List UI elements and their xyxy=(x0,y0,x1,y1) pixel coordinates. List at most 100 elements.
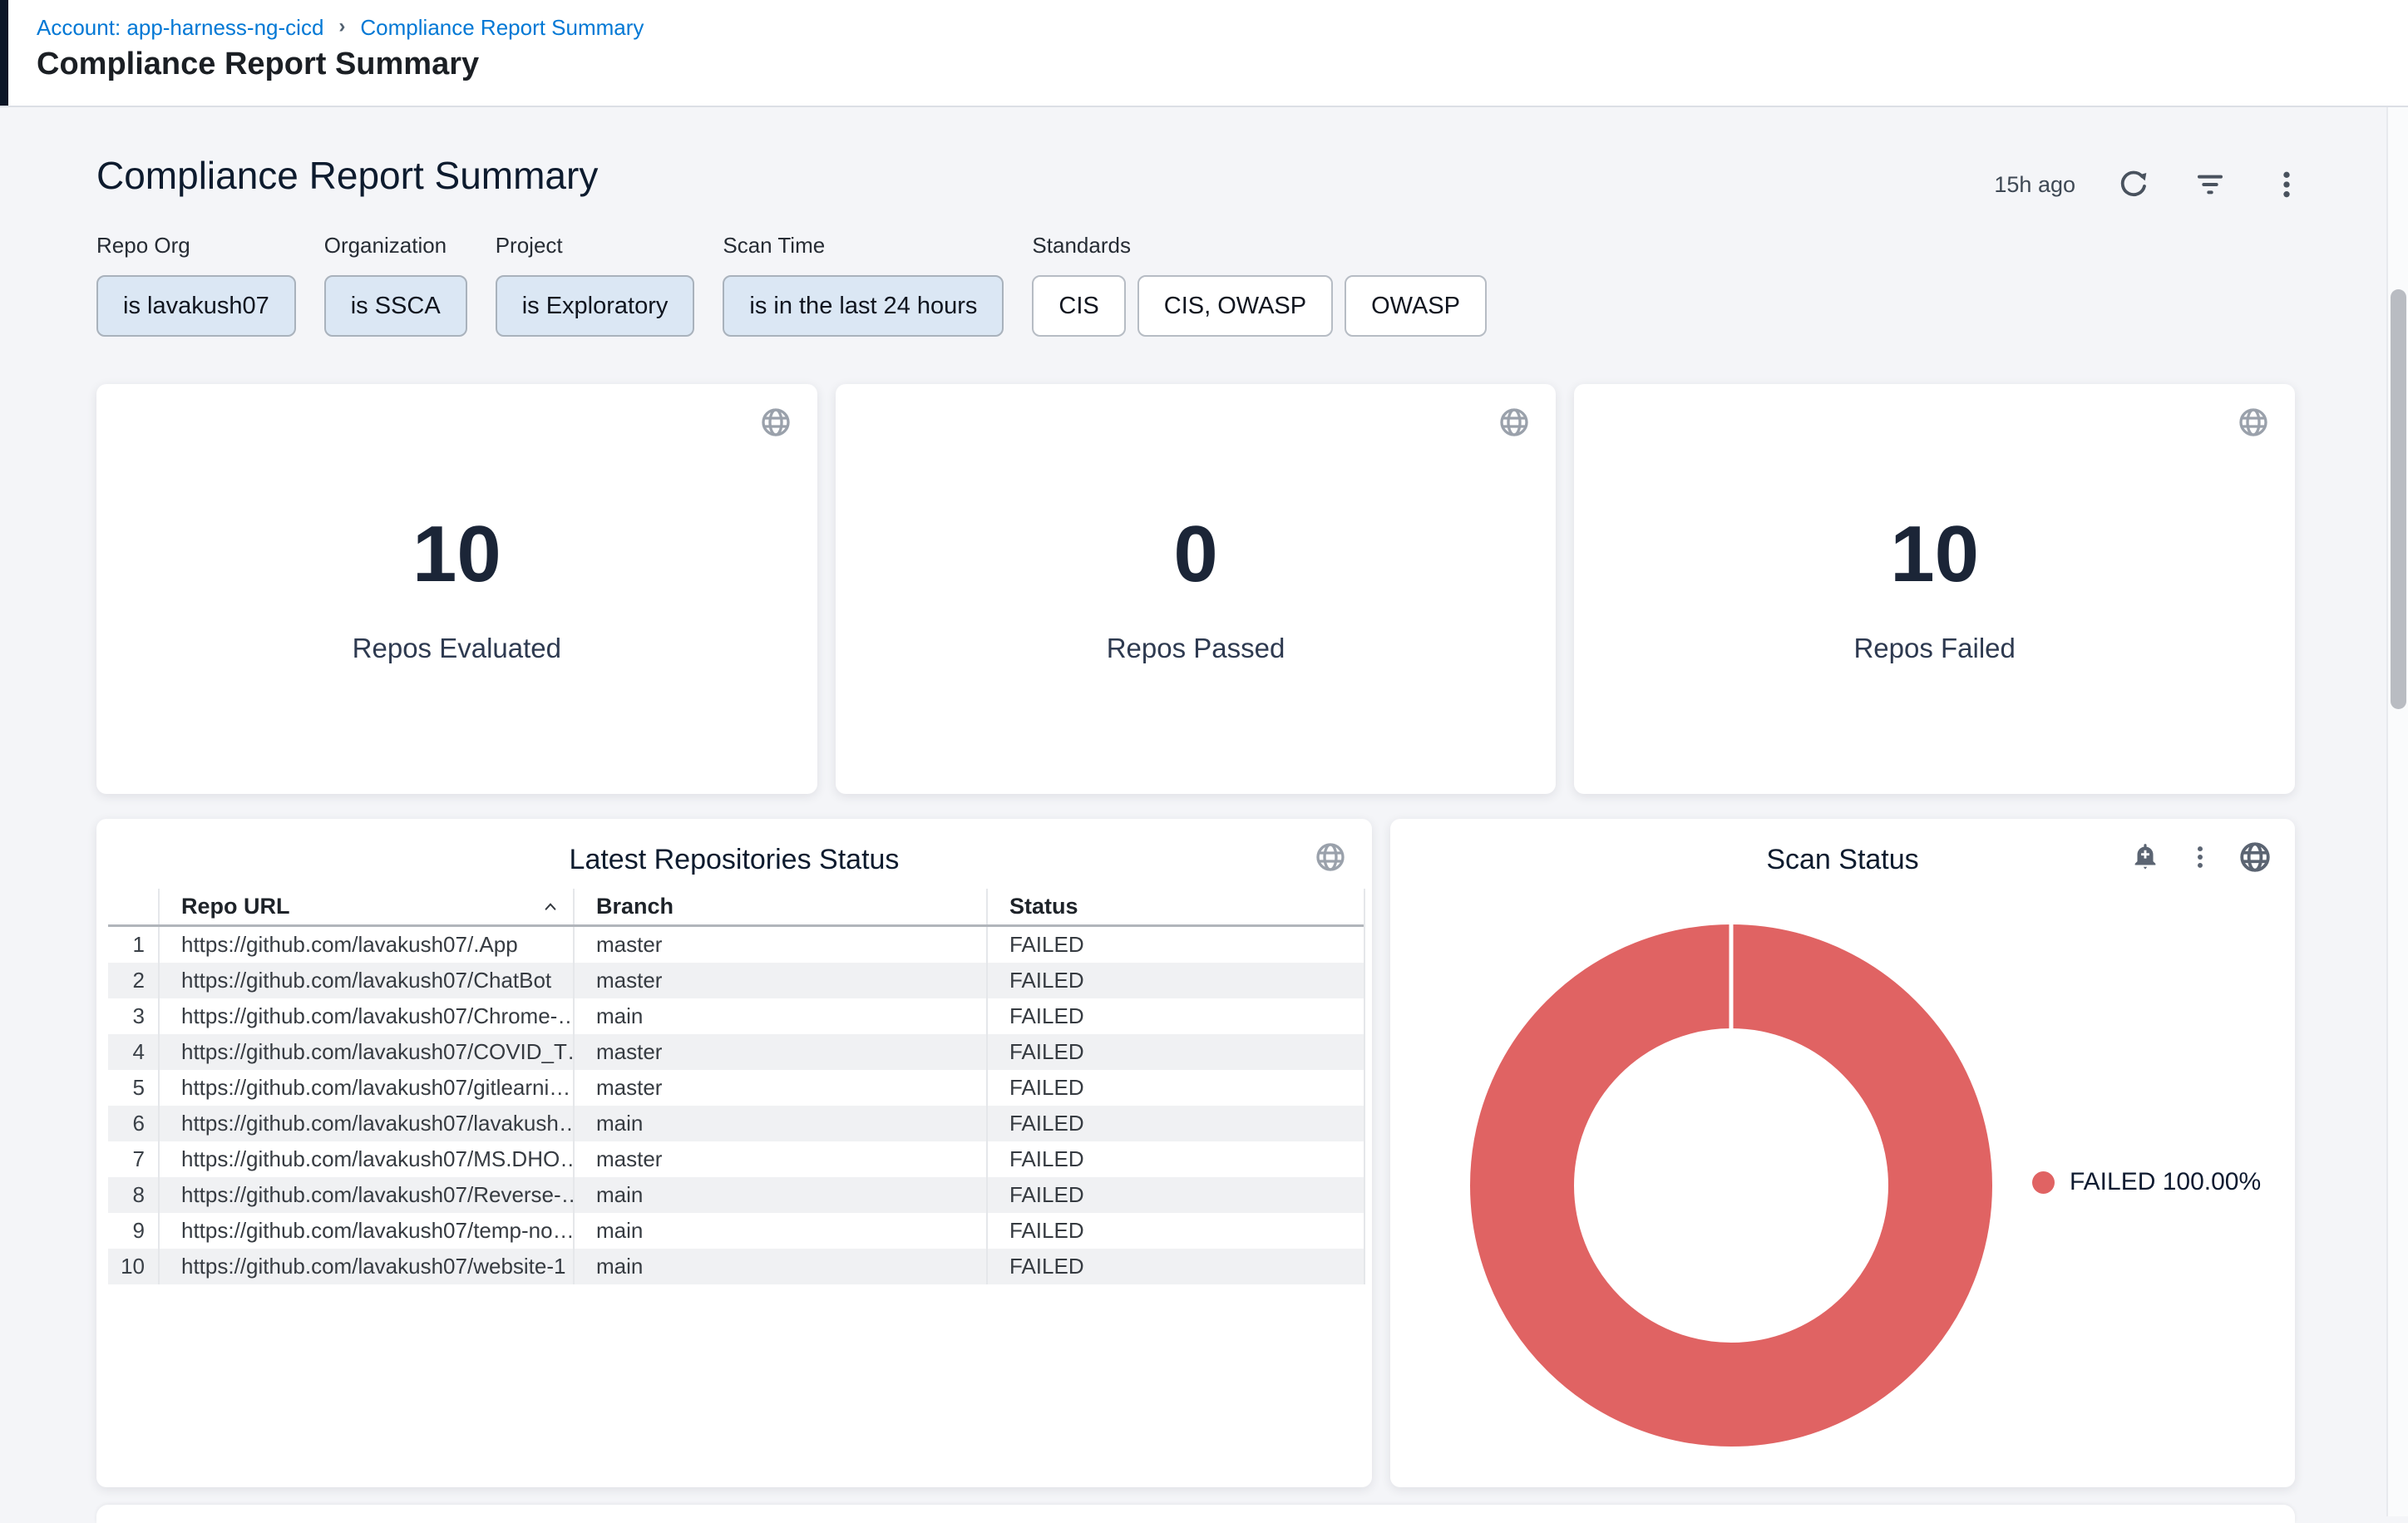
cell-num: 7 xyxy=(108,1141,158,1177)
last-refreshed-label: 15h ago xyxy=(1994,172,2075,198)
cell-status: FAILED xyxy=(986,1249,1364,1284)
cell-url: https://github.com/lavakush07/lavakush… xyxy=(158,1106,573,1141)
globe-icon[interactable] xyxy=(2237,839,2273,875)
stats-row: 10 Repos Evaluated 0 Repos Passed 10 Rep… xyxy=(96,384,2295,794)
filter-group: Project is Exploratory xyxy=(496,233,695,337)
cell-url: https://github.com/lavakush07/Reverse-… xyxy=(158,1177,573,1213)
stat-value: 0 xyxy=(1173,515,1217,594)
stat-value: 10 xyxy=(412,515,501,594)
filter-label: Repo Org xyxy=(96,233,296,259)
donut-slice-failed xyxy=(1522,977,1941,1395)
stat-card-repos-evaluated: 10 Repos Evaluated xyxy=(96,384,817,794)
globe-icon[interactable] xyxy=(2237,406,2270,443)
filter-chip[interactable]: is in the last 24 hours xyxy=(723,275,1004,337)
alert-bell-plus-icon[interactable] xyxy=(2127,839,2164,875)
cell-status: FAILED xyxy=(986,927,1364,963)
filter-label: Scan Time xyxy=(723,233,1004,259)
globe-icon[interactable] xyxy=(1314,840,1347,878)
cell-status: FAILED xyxy=(986,1213,1364,1249)
table-row: 8https://github.com/lavakush07/Reverse-…… xyxy=(108,1177,1364,1213)
filter-chip[interactable]: CIS xyxy=(1032,275,1125,337)
table-card-title: Latest Repositories Status xyxy=(96,819,1372,876)
legend-label-failed: FAILED 100.00% xyxy=(2070,1168,2261,1196)
stat-card-repos-passed: 0 Repos Passed xyxy=(836,384,1557,794)
legend-dot-failed xyxy=(2032,1171,2055,1194)
cell-url: https://github.com/lavakush07/temp-no… xyxy=(158,1213,573,1249)
cell-branch: main xyxy=(573,1249,986,1284)
cell-status: FAILED xyxy=(986,1034,1364,1070)
filter-chip[interactable]: is lavakush07 xyxy=(96,275,296,337)
breadcrumb: Account: app-harness-ng-cicd › Complianc… xyxy=(37,13,644,42)
table-row: 9https://github.com/lavakush07/temp-no…m… xyxy=(108,1213,1364,1249)
stat-value: 10 xyxy=(1890,515,1979,594)
filter-group: StandardsCISCIS, OWASPOWASP xyxy=(1032,233,1487,337)
column-header-repo-url[interactable]: Repo URL xyxy=(158,889,573,924)
cell-branch: main xyxy=(573,1177,986,1213)
breadcrumb-separator: › xyxy=(338,12,345,41)
filter-row: Repo Org is lavakush07 Organization is SSCA… xyxy=(96,233,1487,337)
latest-repositories-card: Latest Repositories Status Repo URL Br xyxy=(96,819,1372,1487)
breadcrumb-account-link[interactable]: Account: app-harness-ng-cicd xyxy=(37,13,323,42)
cell-url: https://github.com/lavakush07/website-1 xyxy=(158,1249,573,1284)
cell-branch: main xyxy=(573,1106,986,1141)
filter-group: Organization is SSCA xyxy=(324,233,467,337)
table-row: 6https://github.com/lavakush07/lavakush…… xyxy=(108,1106,1364,1141)
table-header-row: Repo URL Branch Status xyxy=(108,889,1364,927)
cell-branch: main xyxy=(573,1213,986,1249)
cell-url: https://github.com/lavakush07/MS.DHO… xyxy=(158,1141,573,1177)
scan-status-card: Scan Status xyxy=(1390,819,2295,1487)
cell-num: 1 xyxy=(108,927,158,963)
filter-chip[interactable]: is SSCA xyxy=(324,275,467,337)
row-number-header xyxy=(108,889,158,924)
filter-chip[interactable]: is Exploratory xyxy=(496,275,695,337)
filter-label: Organization xyxy=(324,233,467,259)
cell-branch: master xyxy=(573,1070,986,1106)
cell-num: 5 xyxy=(108,1070,158,1106)
filter-label: Project xyxy=(496,233,695,259)
cell-num: 10 xyxy=(108,1249,158,1284)
cell-url: https://github.com/lavakush07/gitlearni… xyxy=(158,1070,573,1106)
column-header-status[interactable]: Status xyxy=(986,889,1364,924)
cell-num: 8 xyxy=(108,1177,158,1213)
cell-branch: master xyxy=(573,963,986,998)
cell-url: https://github.com/lavakush07/COVID_T… xyxy=(158,1034,573,1070)
dashboard-actions: 15h ago xyxy=(1994,163,2305,206)
filter-group: Repo Org is lavakush07 xyxy=(96,233,296,337)
table-row: 7https://github.com/lavakush07/MS.DHO…ma… xyxy=(108,1141,1364,1177)
scan-status-donut-chart xyxy=(1470,924,1992,1447)
cell-branch: master xyxy=(573,1034,986,1070)
refresh-icon[interactable] xyxy=(2115,166,2152,203)
table-row: 3https://github.com/lavakush07/Chrome-…m… xyxy=(108,998,1364,1034)
table-row: 4https://github.com/lavakush07/COVID_T…m… xyxy=(108,1034,1364,1070)
table-row: 5https://github.com/lavakush07/gitlearni… xyxy=(108,1070,1364,1106)
cell-num: 4 xyxy=(108,1034,158,1070)
column-header-branch[interactable]: Branch xyxy=(573,889,986,924)
filter-chip[interactable]: OWASP xyxy=(1345,275,1487,337)
cell-url: https://github.com/lavakush07/.App xyxy=(158,927,573,963)
cell-num: 2 xyxy=(108,963,158,998)
cell-url: https://github.com/lavakush07/Chrome-… xyxy=(158,998,573,1034)
cell-num: 6 xyxy=(108,1106,158,1141)
page-title: Compliance Report Summary xyxy=(37,47,479,82)
cell-branch: main xyxy=(573,998,986,1034)
next-card-top-edge xyxy=(96,1505,2295,1523)
breadcrumb-current-link[interactable]: Compliance Report Summary xyxy=(360,13,644,42)
tile-options-kebab-icon[interactable] xyxy=(2182,839,2218,875)
cell-status: FAILED xyxy=(986,1177,1364,1213)
sort-asc-icon xyxy=(540,896,561,918)
filter-chip[interactable]: CIS, OWASP xyxy=(1137,275,1333,337)
globe-icon[interactable] xyxy=(1498,406,1531,443)
globe-icon[interactable] xyxy=(759,406,792,443)
scrollbar-thumb[interactable] xyxy=(2391,289,2406,709)
dashboard-title: Compliance Report Summary xyxy=(96,153,598,198)
stat-label: Repos Failed xyxy=(1853,633,2015,664)
more-options-icon[interactable] xyxy=(2268,166,2305,203)
filter-icon[interactable] xyxy=(2192,166,2228,203)
table-row: 10https://github.com/lavakush07/website-… xyxy=(108,1249,1364,1284)
cell-branch: master xyxy=(573,927,986,963)
cell-num: 9 xyxy=(108,1213,158,1249)
table-body: 1https://github.com/lavakush07/.Appmaste… xyxy=(108,927,1364,1284)
cell-status: FAILED xyxy=(986,963,1364,998)
chart-legend: FAILED 100.00% xyxy=(2032,1168,2261,1196)
page-scrollbar xyxy=(2386,107,2408,1516)
